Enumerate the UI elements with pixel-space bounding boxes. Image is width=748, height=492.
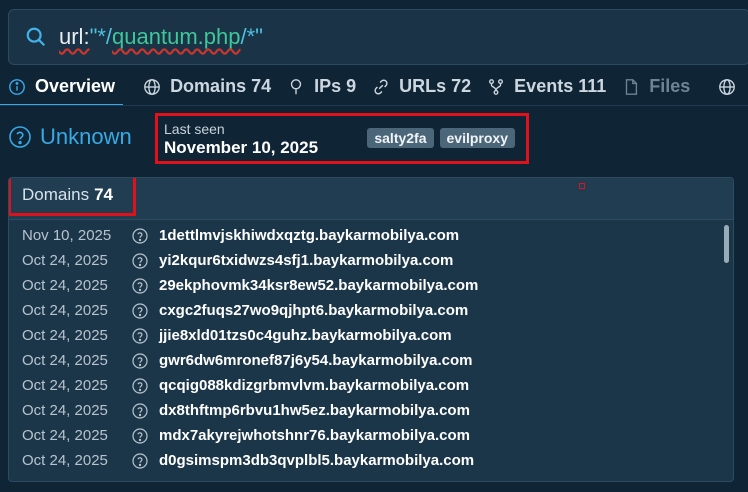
info-icon <box>9 78 25 95</box>
question-circle-icon <box>9 126 31 148</box>
question-circle-icon <box>132 402 148 419</box>
row-date: Oct 24, 2025 <box>22 402 108 419</box>
question-circle-icon <box>132 227 148 244</box>
tag-badge[interactable]: salty2fa <box>367 128 434 148</box>
row-date: Oct 24, 2025 <box>22 452 108 469</box>
row-date: Nov 10, 2025 <box>22 227 112 244</box>
panel-title: Domains 74 <box>9 178 136 216</box>
row-date: Oct 24, 2025 <box>22 277 108 294</box>
question-circle-icon <box>132 327 148 344</box>
tab-label: IPs 9 <box>314 76 357 96</box>
tab-ips[interactable]: IPs 9 <box>279 68 364 105</box>
question-circle-icon <box>132 302 148 319</box>
query-key: url: <box>59 24 90 49</box>
table-row[interactable]: Oct 24, 2025 cxgc2fuqs27wo9qjhpt6.baykarm… <box>9 298 721 323</box>
row-domain[interactable]: gwr6dw6mronef87j6y54.baykarmobilya.com <box>159 352 472 369</box>
status-label: Unknown <box>40 124 132 149</box>
row-domain[interactable]: yi2kqur6txidwzs4sfj1.baykarmobilya.com <box>159 252 453 269</box>
tab-label: Files <box>649 76 691 96</box>
globe-icon <box>719 78 736 95</box>
tab-label: Overview <box>35 76 116 96</box>
question-circle-icon <box>132 252 148 269</box>
row-domain[interactable]: cxgc2fuqs27wo9qjhpt6.baykarmobilya.com <box>159 302 468 319</box>
row-domain[interactable]: 1dettlmvjskhiwdxqztg.baykarmobilya.com <box>159 227 459 244</box>
row-domain[interactable]: dx8thftmp6rbvu1hw5ez.baykarmobilya.com <box>159 402 470 419</box>
question-circle-icon <box>132 427 148 444</box>
domain-list: Nov 10, 2025 1dettlmvjskhiwdxqztg.baykarm… <box>9 223 721 473</box>
row-domain[interactable]: d0gsimspm3db3qvplbl5.baykarmobilya.com <box>159 452 474 469</box>
search-icon <box>26 27 46 47</box>
search-input[interactable]: url:"*/quantum.php/*" <box>59 24 263 50</box>
tab-overview[interactable]: Overview <box>0 68 124 105</box>
panel-header: Domains 74 <box>9 178 733 220</box>
tab-label: Domains 74 <box>170 76 272 96</box>
tab-events[interactable]: Events 111 <box>479 68 614 105</box>
file-icon <box>626 78 638 95</box>
row-date: Oct 24, 2025 <box>22 327 108 344</box>
panel-title-label: Domains <box>22 185 90 204</box>
row-date: Oct 24, 2025 <box>22 352 108 369</box>
tab-label: URLs 72 <box>399 76 472 96</box>
tab-domains[interactable]: Domains 74 <box>135 68 279 105</box>
row-date: Oct 24, 2025 <box>22 427 108 444</box>
scrollbar-thumb[interactable] <box>724 225 729 263</box>
row-date: Oct 24, 2025 <box>22 252 108 269</box>
highlight-marker <box>579 183 585 189</box>
location-pin-icon <box>290 78 302 94</box>
query-path: quantum.php <box>112 24 241 49</box>
row-date: Oct 24, 2025 <box>22 302 108 319</box>
query-suffix: /*" <box>240 24 263 49</box>
table-row[interactable]: Oct 24, 2025 dx8thftmp6rbvu1hw5ez.baykarm… <box>9 398 721 423</box>
table-row[interactable]: Oct 24, 2025 yi2kqur6txidwzs4sfj1.baykarm… <box>9 248 721 273</box>
question-circle-icon <box>132 277 148 294</box>
table-row[interactable]: Oct 24, 2025 qcqig088kdizgrbmvlvm.baykarm… <box>9 373 721 398</box>
tab-files[interactable]: Files <box>614 68 698 105</box>
table-row[interactable]: Oct 24, 2025 d0gsimspm3db3qvplbl5.baykarm… <box>9 448 721 473</box>
question-circle-icon <box>132 452 148 469</box>
question-circle-icon <box>132 377 148 394</box>
domains-panel: Domains 74 Nov 10, 2025 1dettlmvjskhiwdxq… <box>8 177 734 482</box>
table-row[interactable]: Oct 24, 2025 jjie8xld01tzs0c4guhz.baykarm… <box>9 323 721 348</box>
link-icon <box>374 79 388 94</box>
query-prefix: "*/ <box>89 24 113 49</box>
tag-list: salty2fa evilproxy <box>367 128 515 148</box>
tab-bar: Overview Domains 74 IPs 9 URLs 72 Events… <box>0 68 748 106</box>
row-domain[interactable]: mdx7akyrejwhotshnr76.baykarmobilya.com <box>159 427 470 444</box>
row-domain[interactable]: jjie8xld01tzs0c4guhz.baykarmobilya.com <box>159 327 452 344</box>
table-row[interactable]: Oct 24, 2025 mdx7akyrejwhotshnr76.baykarm… <box>9 423 721 448</box>
tab-label: Events 111 <box>514 76 607 96</box>
table-row[interactable]: Oct 24, 2025 29ekphovmk34ksr8ew52.baykarm… <box>9 273 721 298</box>
fork-icon <box>489 78 504 95</box>
search-bar[interactable]: url:"*/quantum.php/*" <box>8 9 748 65</box>
verdict-status: Unknown <box>8 124 132 150</box>
tab-more[interactable] <box>710 68 748 105</box>
last-seen-box: Last seen November 10, 2025 salty2fa evi… <box>155 113 529 164</box>
row-domain[interactable]: qcqig088kdizgrbmvlvm.baykarmobilya.com <box>159 377 469 394</box>
tag-badge[interactable]: evilproxy <box>439 128 515 148</box>
tab-urls[interactable]: URLs 72 <box>364 68 479 105</box>
row-domain[interactable]: 29ekphovmk34ksr8ew52.baykarmobilya.com <box>159 277 478 294</box>
globe-icon <box>144 78 160 95</box>
row-date: Oct 24, 2025 <box>22 377 108 394</box>
table-row[interactable]: Nov 10, 2025 1dettlmvjskhiwdxqztg.baykarm… <box>9 223 721 248</box>
panel-count: 74 <box>94 185 114 204</box>
question-circle-icon <box>132 352 148 369</box>
table-row[interactable]: Oct 24, 2025 gwr6dw6mronef87j6y54.baykarm… <box>9 348 721 373</box>
